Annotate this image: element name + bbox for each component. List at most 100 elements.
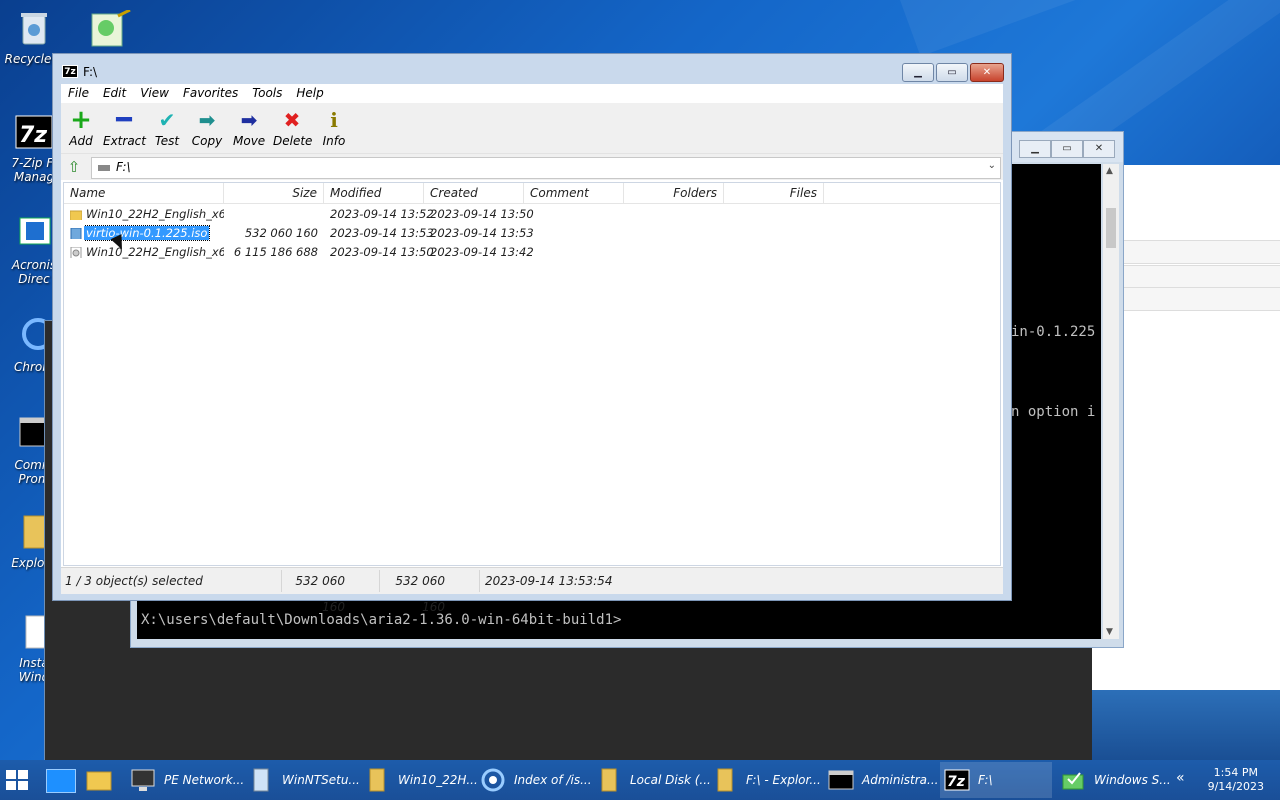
- taskbar-item-chrome[interactable]: Index of /is...: [476, 762, 592, 798]
- folder-up-icon[interactable]: ⇧: [65, 158, 83, 176]
- window-client: File Edit View Favorites Tools Help + Add ━ E…: [61, 84, 1003, 614]
- move-button[interactable]: ➡ Move: [233, 109, 265, 148]
- menu-help[interactable]: Help: [289, 84, 330, 103]
- taskbar-clock[interactable]: 1:54 PM 9/14/2023: [1208, 766, 1264, 794]
- table-row[interactable]: Win10_22H2_English_x6... 6 115 186 688 2…: [64, 243, 1000, 262]
- column-header-files[interactable]: Files: [724, 183, 824, 203]
- checkmark-icon: ✔: [158, 108, 176, 132]
- background-desktop-area: [1092, 690, 1280, 760]
- delete-x-icon: ✖: [283, 108, 301, 132]
- scroll-up-icon[interactable]: ▲: [1106, 166, 1113, 176]
- column-header-size[interactable]: Size: [224, 183, 324, 203]
- column-header-folders[interactable]: Folders: [624, 183, 724, 203]
- menu-favorites[interactable]: Favorites: [176, 84, 245, 103]
- plus-icon: +: [70, 105, 92, 135]
- 7zip-icon: 7z: [944, 767, 970, 793]
- taskbar-item-administrator-console[interactable]: Administra...: [824, 762, 938, 798]
- console-maximize-button[interactable]: ▭: [1051, 140, 1083, 158]
- maximize-button[interactable]: ▭: [936, 63, 968, 82]
- desktop-icon-notepad[interactable]: [88, 8, 132, 50]
- acronis-icon: [14, 214, 54, 254]
- console-minimize-button[interactable]: ▁: [1019, 140, 1051, 158]
- info-icon: i: [330, 108, 338, 132]
- svg-text:7z: 7z: [947, 774, 966, 790]
- menu-view[interactable]: View: [133, 84, 176, 103]
- status-bar: 1 / 3 object(s) selected 532 060 160 532…: [61, 567, 1003, 614]
- folder-icon: [70, 208, 82, 220]
- status-time: 2023-09-14 13:53:54: [485, 574, 613, 588]
- taskbar: PE Network... WinNTSetu... Win10_22H... …: [0, 760, 1280, 800]
- folder-icon: [596, 767, 622, 793]
- taskbar-item-winntsetup[interactable]: WinNTSetu...: [244, 762, 360, 798]
- column-header-created[interactable]: Created: [424, 183, 524, 203]
- console-line: n option i: [1011, 404, 1096, 420]
- svg-text:7z: 7z: [19, 123, 47, 148]
- window-titlebar[interactable]: 7z F:\ ▁ ▭ ✕: [53, 54, 1011, 84]
- menu-tools[interactable]: Tools: [245, 84, 289, 103]
- taskbar-item-pe-network[interactable]: PE Network...: [126, 762, 244, 798]
- 7zip-window[interactable]: 7z F:\ ▁ ▭ ✕ File Edit View Favorites Tools H…: [52, 53, 1012, 614]
- address-bar: ⇧ F:\ ⌄: [61, 154, 1003, 180]
- table-row-selected[interactable]: virtio-win-0.1.225.iso 532 060 160 2023-…: [64, 224, 1000, 243]
- file-list[interactable]: Name Size Modified Created Comment Folde…: [63, 182, 1001, 566]
- folder-icon: [712, 767, 738, 793]
- test-button[interactable]: ✔ Test: [153, 109, 181, 148]
- chrome-icon: [480, 767, 506, 793]
- taskbar-item-local-disk[interactable]: Local Disk (...: [592, 762, 711, 798]
- status-packed-size: 532 060 160: [395, 574, 445, 614]
- 7zip-app-icon: 7z: [62, 65, 78, 78]
- tray-chevron-icon[interactable]: «: [1176, 770, 1185, 786]
- table-row[interactable]: Win10_22H2_English_x64 2023-09-14 13:52 …: [64, 205, 1000, 224]
- setup-icon: [248, 767, 274, 793]
- status-separator: [379, 570, 380, 592]
- window-title: F:\: [83, 65, 98, 79]
- file-icon: [70, 227, 82, 239]
- column-header-name[interactable]: Name: [64, 183, 224, 203]
- taskbar-item-7zip[interactable]: 7z F:\: [940, 762, 1052, 798]
- column-headers: Name Size Modified Created Comment Folde…: [64, 183, 1000, 204]
- console-prompt: X:\users\default\Downloads\aria2-1.36.0-…: [141, 612, 622, 628]
- add-button[interactable]: + Add: [67, 105, 95, 148]
- menu-file[interactable]: File: [61, 84, 96, 103]
- copy-arrow-icon: ➡: [198, 108, 216, 132]
- command-prompt-icon: [828, 767, 854, 793]
- extract-button[interactable]: ━ Extract: [103, 105, 146, 148]
- notepad-icon: [91, 8, 131, 47]
- chevron-down-icon[interactable]: ⌄: [988, 160, 996, 171]
- toolbar: + Add ━ Extract ✔ Test ➡ Copy ➡ Move ✖ D…: [61, 103, 1003, 154]
- menu-bar: File Edit View Favorites Tools Help: [61, 84, 1003, 103]
- file-explorer-pinned[interactable]: [86, 768, 112, 792]
- menu-edit[interactable]: Edit: [96, 84, 133, 103]
- status-selected: 1 / 3 object(s) selected: [65, 574, 203, 588]
- column-header-comment[interactable]: Comment: [524, 183, 624, 203]
- desktop-icon[interactable]: [46, 769, 76, 793]
- taskbar-item-f-explorer[interactable]: F:\ - Explor...: [708, 762, 821, 798]
- status-separator: [281, 570, 282, 592]
- taskbar-item-windows-setup[interactable]: Windows S...: [1056, 762, 1171, 798]
- move-arrow-icon: ➡: [240, 108, 258, 132]
- address-input[interactable]: F:\ ⌄: [91, 157, 1001, 179]
- windows-setup-icon: [1060, 767, 1086, 793]
- console-scroll-thumb[interactable]: [1106, 208, 1116, 248]
- status-separator: [479, 570, 480, 592]
- close-button[interactable]: ✕: [970, 63, 1004, 82]
- copy-button[interactable]: ➡ Copy: [191, 109, 223, 148]
- folder-icon: [364, 767, 390, 793]
- minus-icon: ━: [116, 105, 132, 135]
- scroll-down-icon[interactable]: ▼: [1106, 627, 1113, 637]
- folder-icon: [86, 771, 112, 791]
- status-size: 532 060 160: [295, 574, 345, 614]
- minimize-button[interactable]: ▁: [902, 63, 934, 82]
- network-icon: [130, 767, 156, 793]
- start-button[interactable]: [6, 770, 28, 790]
- recycle-bin-icon: [14, 8, 54, 48]
- console-close-button[interactable]: ✕: [1083, 140, 1115, 158]
- console-line: in-0.1.225: [1011, 324, 1096, 340]
- 7zip-icon: 7z: [14, 112, 54, 152]
- column-header-modified[interactable]: Modified: [324, 183, 424, 203]
- taskbar-item-win10-folder[interactable]: Win10_22H...: [360, 762, 478, 798]
- console-scrollbar[interactable]: ▲ ▼: [1103, 164, 1119, 639]
- delete-button[interactable]: ✖ Delete: [273, 108, 312, 148]
- info-button[interactable]: i Info: [321, 109, 347, 148]
- drive-icon: [98, 165, 110, 171]
